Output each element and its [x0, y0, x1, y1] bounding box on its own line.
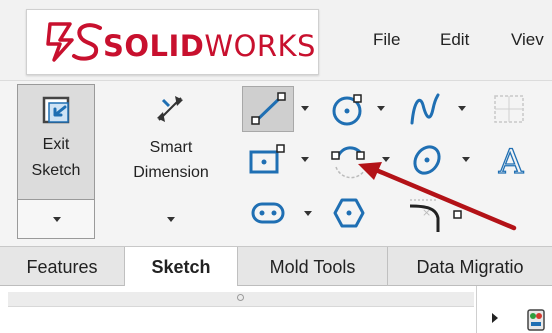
smart-dimension-label-2: Dimension [133, 164, 209, 181]
smart-dimension-button[interactable]: Smart Dimension [113, 84, 229, 239]
smart-dimension-label-1: Smart [149, 139, 193, 156]
rectangle-tool-button[interactable] [247, 143, 289, 177]
ds-logo-icon [46, 22, 102, 62]
expand-arrow-icon[interactable] [490, 311, 500, 325]
solidworks-logo[interactable]: SOLIDWORKS [26, 9, 319, 75]
slot-tool-button[interactable] [249, 198, 289, 228]
rectangle-dropdown-chevron-icon[interactable] [301, 157, 309, 162]
exit-sketch-dropdown[interactable] [17, 200, 95, 239]
line-dropdown-chevron-icon[interactable] [301, 106, 309, 111]
smart-dimension-icon [157, 96, 183, 122]
annotation-arrow-icon [358, 162, 517, 231]
menu-view[interactable]: Viev [511, 30, 544, 50]
menu-edit[interactable]: Edit [440, 30, 469, 50]
circle-icon [332, 94, 362, 126]
brand-name: SOLIDWORKS [103, 29, 316, 63]
slot-icon [251, 202, 285, 224]
chevron-down-icon [53, 217, 61, 222]
graphics-area [0, 286, 552, 333]
menu-file[interactable]: File [373, 30, 400, 50]
circle-dropdown-chevron-icon[interactable] [377, 106, 385, 111]
spline-tool-button[interactable] [408, 91, 442, 129]
exit-sketch-label-1: Exit [42, 136, 70, 153]
command-manager-tabs: Features Sketch Mold Tools Data Migratio [0, 246, 552, 287]
line-tool-button[interactable] [242, 86, 294, 132]
grip-icon [237, 294, 244, 301]
feature-manager-splitter[interactable] [8, 292, 474, 307]
rectangle-icon [249, 144, 285, 174]
brand-prefix: SOLID [103, 29, 205, 63]
line-icon [251, 92, 286, 125]
tab-sketch[interactable]: Sketch [125, 247, 238, 287]
spline-icon [410, 93, 440, 125]
title-bar: SOLIDWORKS File Edit Viev [0, 0, 552, 80]
exit-sketch-button[interactable]: Exit Sketch [17, 84, 95, 200]
chevron-down-icon [167, 217, 175, 222]
pane-divider[interactable] [476, 286, 477, 333]
exit-sketch-label-2: Sketch [31, 162, 81, 179]
circle-tool-button[interactable] [328, 92, 366, 128]
part-tree-icon[interactable] [522, 306, 552, 333]
slot-dropdown-chevron-icon[interactable] [304, 211, 312, 216]
disabled-grid-icon [492, 93, 526, 125]
brand-suffix: WORKS [204, 29, 316, 63]
tab-mold-tools[interactable]: Mold Tools [238, 247, 388, 286]
tab-data-migration[interactable]: Data Migratio [388, 247, 552, 286]
tab-features[interactable]: Features [0, 247, 125, 286]
exit-sketch-icon [42, 96, 70, 124]
spline-dropdown-chevron-icon[interactable] [458, 106, 466, 111]
